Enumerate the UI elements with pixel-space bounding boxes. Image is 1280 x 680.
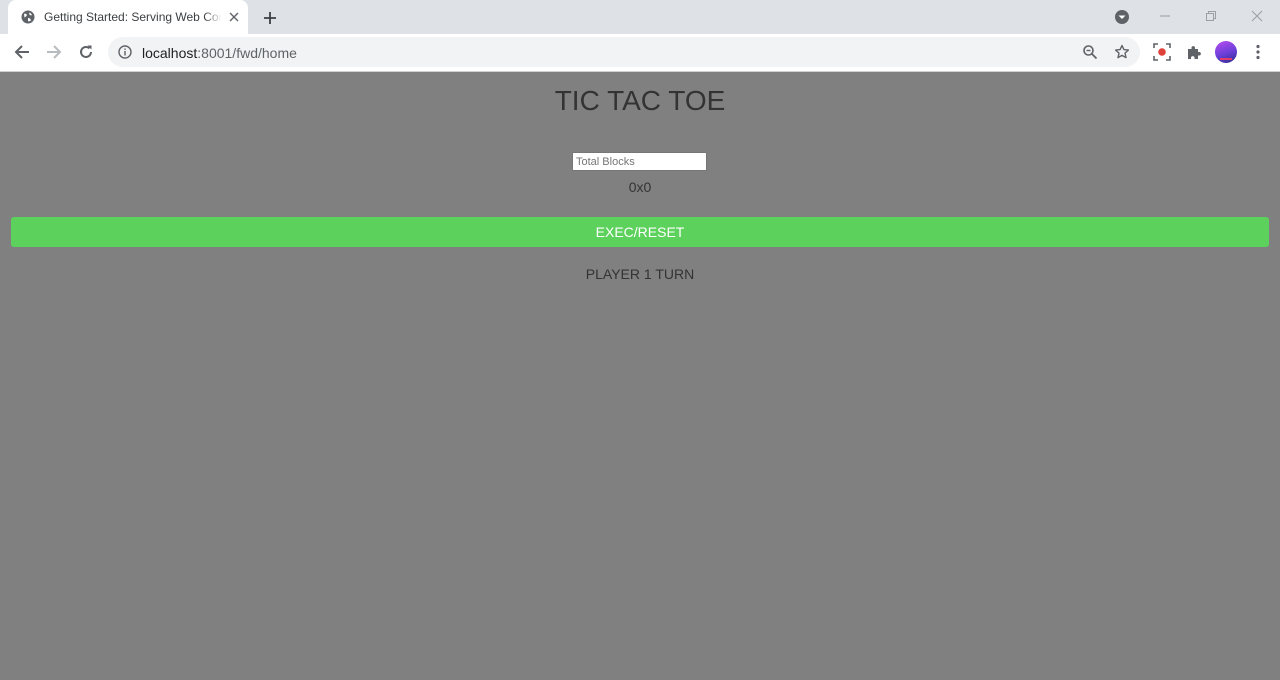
exec-reset-button[interactable]: EXEC/RESET <box>11 217 1269 247</box>
address-bar[interactable]: localhost:8001/fwd/home <box>108 37 1140 67</box>
turn-status: PLAYER 1 TURN <box>585 266 695 282</box>
zoom-icon[interactable] <box>1080 42 1100 62</box>
window-close-icon[interactable] <box>1234 0 1280 32</box>
profile-chevron-icon[interactable] <box>1111 6 1133 28</box>
minimize-icon[interactable] <box>1142 0 1188 32</box>
forward-arrow-icon[interactable] <box>40 38 68 66</box>
star-icon[interactable] <box>1112 42 1132 62</box>
page-content: TIC TAC TOE 0x0 EXEC/RESET PLAYER 1 TURN <box>0 72 1280 680</box>
page-title: TIC TAC TOE <box>554 85 726 116</box>
browser-toolbar: localhost:8001/fwd/home <box>0 34 1280 72</box>
info-icon[interactable] <box>118 45 132 59</box>
tab-title: Getting Started: Serving Web Content <box>44 10 220 24</box>
tab-title-fade <box>204 8 222 26</box>
puzzle-icon[interactable] <box>1181 39 1207 65</box>
url-host: localhost <box>142 45 198 61</box>
browser-tab[interactable]: Getting Started: Serving Web Content <box>8 0 248 34</box>
more-vert-icon[interactable] <box>1245 39 1271 65</box>
avatar-image <box>1215 41 1237 63</box>
globe-icon <box>21 10 35 24</box>
board-size-label: 0x0 <box>628 179 652 195</box>
reload-icon[interactable] <box>72 38 100 66</box>
url-text: localhost:8001/fwd/home <box>142 45 297 61</box>
plus-icon[interactable] <box>258 6 282 30</box>
restore-icon[interactable] <box>1188 0 1234 32</box>
total-blocks-input[interactable] <box>572 152 707 171</box>
avatar[interactable] <box>1213 39 1239 65</box>
url-path: :8001/fwd/home <box>197 45 297 61</box>
back-arrow-icon[interactable] <box>8 38 36 66</box>
screen-record-icon[interactable] <box>1149 39 1175 65</box>
close-icon[interactable] <box>226 9 242 25</box>
tab-strip: Getting Started: Serving Web Content <box>0 0 1280 34</box>
